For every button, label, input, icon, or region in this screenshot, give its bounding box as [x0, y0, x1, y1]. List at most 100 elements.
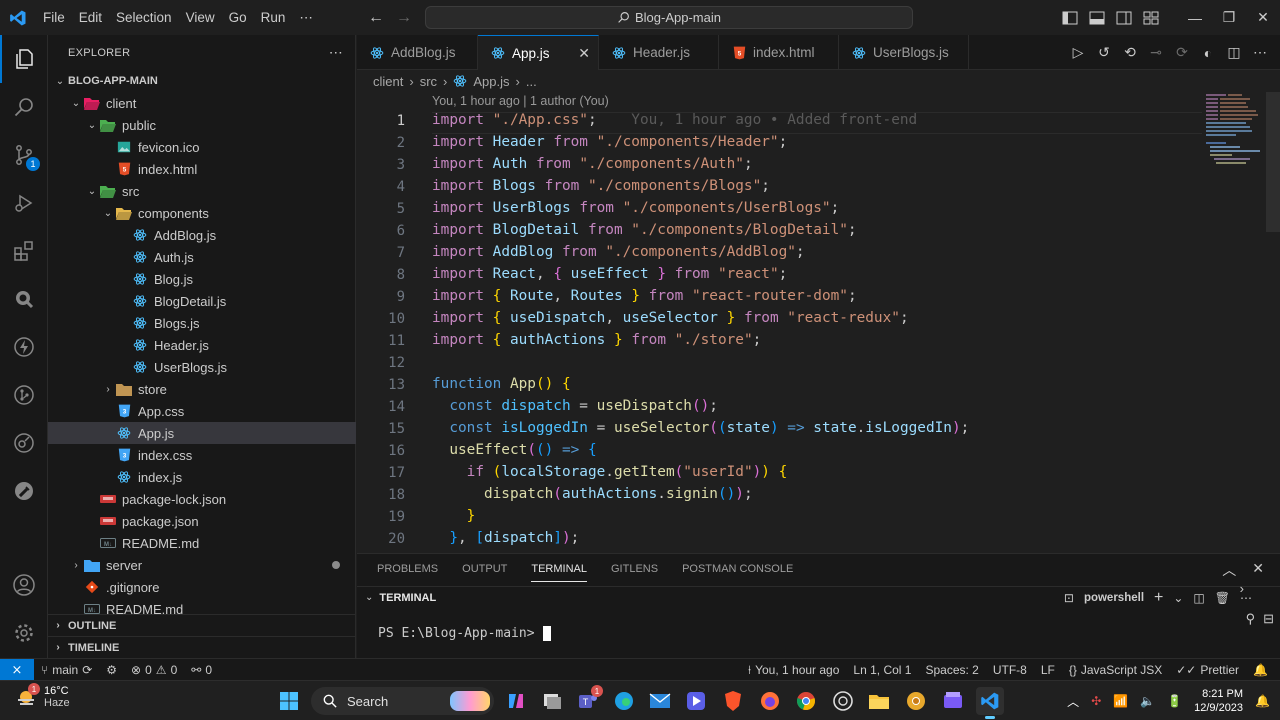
toggle-panel-icon[interactable]: [1083, 0, 1110, 35]
maximize-panel-icon[interactable]: ︿: [1222, 560, 1236, 580]
minimap[interactable]: [1206, 92, 1266, 172]
notifications-bell-icon[interactable]: 🔔: [1246, 663, 1280, 677]
panel-tab-terminal[interactable]: TERMINAL: [531, 563, 587, 582]
thunder-client-icon[interactable]: [0, 323, 48, 371]
gitlens-search-icon[interactable]: [0, 275, 48, 323]
terminal-split-icon[interactable]: ⊟: [1263, 611, 1274, 627]
gitlens-compare-icon[interactable]: ◐: [1198, 45, 1218, 61]
tree-item[interactable]: Blog.js: [48, 268, 356, 290]
workspace-root[interactable]: ⌄ BLOG-APP-MAIN: [48, 70, 356, 92]
chevron-down-icon[interactable]: ⌄: [357, 592, 373, 603]
tab-userblogs[interactable]: UserBlogs.js: [839, 35, 969, 70]
tree-item[interactable]: M↓ README.md: [48, 532, 356, 554]
gitlens-icon[interactable]: [0, 371, 48, 419]
codelens-author[interactable]: You, 1 hour ago | 1 author (You): [432, 94, 609, 108]
toggle-primary-sidebar-icon[interactable]: [1056, 0, 1083, 35]
customize-layout-icon[interactable]: [1137, 0, 1164, 35]
language-mode[interactable]: {} JavaScript JSX: [1062, 663, 1169, 677]
postman-icon[interactable]: [0, 467, 48, 515]
menu-more[interactable]: ⋯: [292, 0, 320, 35]
ports-indicator[interactable]: ⚯ 0: [184, 663, 219, 677]
menu-run[interactable]: Run: [254, 0, 293, 35]
wifi-icon[interactable]: 📶: [1113, 694, 1128, 708]
taskbar-search[interactable]: Search: [311, 687, 494, 715]
tree-item[interactable]: App.js: [48, 422, 356, 444]
tree-item[interactable]: UserBlogs.js: [48, 356, 356, 378]
sync-icon[interactable]: ⟳: [82, 663, 92, 677]
chrome-icon[interactable]: [792, 687, 820, 715]
encoding[interactable]: UTF-8: [986, 663, 1034, 677]
task-view-icon[interactable]: [538, 687, 566, 715]
copilot-icon[interactable]: [502, 687, 530, 715]
tree-item[interactable]: .gitignore: [48, 576, 356, 598]
menu-edit[interactable]: Edit: [72, 0, 109, 35]
cursor-position[interactable]: Ln 1, Col 1: [846, 663, 918, 677]
clipchamp-icon[interactable]: [939, 687, 967, 715]
vscode-taskbar-icon[interactable]: [976, 687, 1004, 719]
run-debug-icon[interactable]: [0, 179, 48, 227]
extensions-icon[interactable]: [0, 227, 48, 275]
terminal-output[interactable]: PS E:\Blog-App-main>: [378, 626, 551, 641]
terminal-pin-icon[interactable]: ⚲: [1246, 611, 1256, 627]
run-code-icon[interactable]: ▷: [1068, 44, 1088, 61]
panel-tab-postman-console[interactable]: POSTMAN CONSOLE: [682, 563, 793, 575]
firefox-icon[interactable]: [756, 687, 784, 715]
terminal-expand-icon[interactable]: ›: [1240, 581, 1244, 596]
brave-icon[interactable]: [719, 687, 747, 715]
close-tab-icon[interactable]: ✕: [578, 45, 590, 62]
code-editor[interactable]: You, 1 hour ago | 1 author (You) 1234567…: [357, 92, 1280, 553]
chatgpt-icon[interactable]: [829, 687, 857, 715]
split-terminal-icon[interactable]: ◫: [1193, 591, 1204, 605]
accounts-icon[interactable]: [0, 561, 48, 609]
tree-item[interactable]: 5 index.html: [48, 158, 356, 180]
tree-item[interactable]: ⌄ public: [48, 114, 356, 136]
remote-explorer-icon[interactable]: [0, 419, 48, 467]
tree-item[interactable]: BlogDetail.js: [48, 290, 356, 312]
indentation[interactable]: Spaces: 2: [918, 663, 985, 677]
defender-icon[interactable]: ✣: [1091, 694, 1101, 708]
tree-item[interactable]: ⌄ client: [48, 92, 356, 114]
close-panel-icon[interactable]: ✕: [1252, 560, 1264, 580]
explorer-more-icon[interactable]: ⋯: [329, 44, 343, 61]
volume-icon[interactable]: 🔈: [1140, 694, 1155, 708]
command-center[interactable]: Blog-App-main: [425, 6, 913, 29]
tree-item[interactable]: › store: [48, 378, 356, 400]
terminal-shell-name[interactable]: powershell: [1084, 592, 1144, 604]
media-player-icon[interactable]: [682, 687, 710, 715]
tree-item[interactable]: Header.js: [48, 334, 356, 356]
open-changes-icon[interactable]: ⟲: [1120, 44, 1140, 61]
file-explorer-icon[interactable]: [865, 687, 893, 715]
tab-index-html[interactable]: 5 index.html: [719, 35, 839, 70]
forward-arrow-icon[interactable]: →: [396, 9, 412, 27]
breadcrumb-client[interactable]: client: [373, 74, 403, 89]
remote-indicator-icon[interactable]: ⨯: [0, 658, 34, 681]
close-window-icon[interactable]: ✕: [1246, 0, 1280, 35]
breadcrumb-file[interactable]: App.js: [473, 74, 509, 89]
chrome-canary-icon[interactable]: [902, 687, 930, 715]
tree-item[interactable]: index.js: [48, 466, 356, 488]
mail-icon[interactable]: [646, 687, 674, 715]
notification-center-icon[interactable]: 🔔: [1255, 694, 1270, 708]
tree-item[interactable]: 3 App.css: [48, 400, 356, 422]
split-editor-icon[interactable]: ◫: [1224, 44, 1244, 61]
battery-icon[interactable]: 🔋: [1167, 694, 1182, 708]
tree-item[interactable]: Blogs.js: [48, 312, 356, 334]
vscode-logo-icon[interactable]: [0, 0, 36, 35]
tray-overflow-chevron-icon[interactable]: ︿: [1067, 693, 1079, 710]
branch-indicator[interactable]: ⑂ main ⟳: [34, 663, 99, 677]
explorer-icon[interactable]: [0, 35, 48, 83]
tab-addblog[interactable]: AddBlog.js: [357, 35, 478, 70]
tree-item[interactable]: fevicon.ico: [48, 136, 356, 158]
editor-more-icon[interactable]: ⋯: [1250, 44, 1270, 61]
tree-item[interactable]: ⌄ src: [48, 180, 356, 202]
toggle-secondary-sidebar-icon[interactable]: [1110, 0, 1137, 35]
restore-icon[interactable]: ❐: [1212, 0, 1246, 35]
end-of-line[interactable]: LF: [1034, 663, 1062, 677]
search-view-icon[interactable]: [0, 83, 48, 131]
problems-indicator[interactable]: ⊗ 0 ⚠ 0: [124, 663, 184, 677]
breadcrumb-src[interactable]: src: [420, 74, 437, 89]
tab-app[interactable]: App.js ✕: [478, 35, 599, 70]
menu-view[interactable]: View: [179, 0, 222, 35]
tree-item[interactable]: package-lock.json: [48, 488, 356, 510]
previous-revision-icon[interactable]: ⊸: [1146, 44, 1166, 61]
